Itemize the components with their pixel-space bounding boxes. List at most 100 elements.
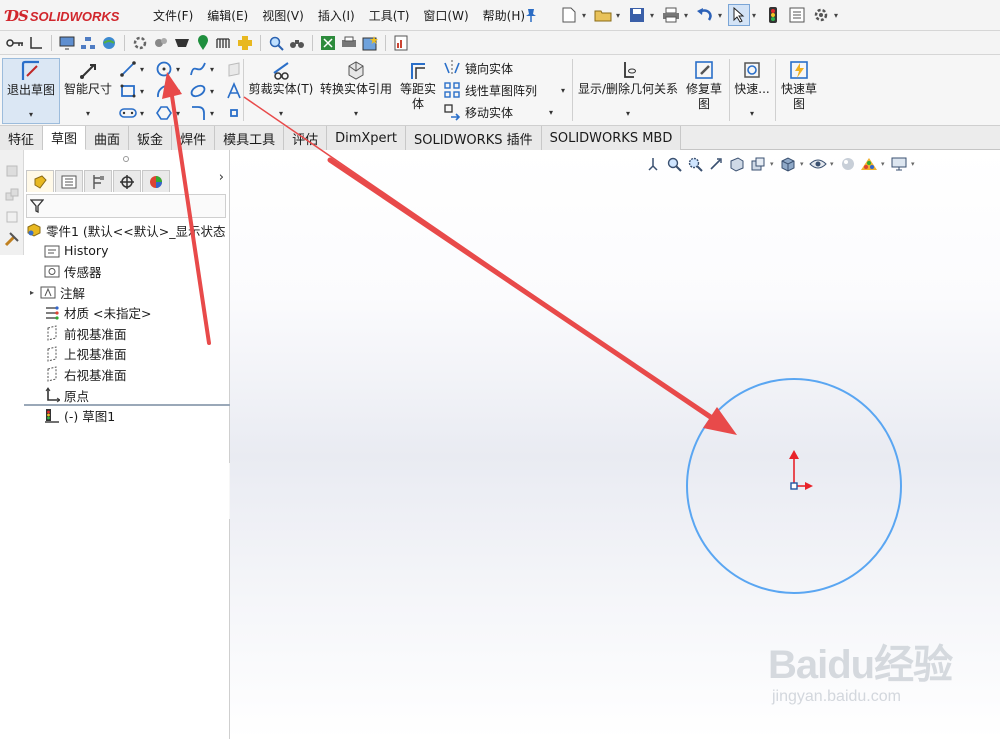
chevron-down-icon[interactable]: ▾ — [549, 108, 553, 117]
edit-appearance-icon[interactable] — [839, 155, 857, 173]
binoculars-icon[interactable] — [288, 34, 306, 52]
chevron-down-icon[interactable]: ▾ — [582, 11, 590, 20]
globe-icon[interactable] — [100, 34, 118, 52]
chevron-down-icon[interactable]: ▾ — [750, 106, 754, 121]
tab-weldments[interactable]: 焊件 — [172, 126, 216, 150]
chevron-down-icon[interactable]: ▾ — [176, 109, 180, 118]
assembly-gray-icon[interactable] — [3, 186, 21, 204]
display-delete-relations-button[interactable]: 显示/删除几何关系 ▾ — [576, 58, 680, 121]
tree-item-origin[interactable]: 原点 — [24, 385, 230, 406]
tab-surfaces[interactable]: 曲面 — [86, 126, 130, 150]
chevron-down-icon[interactable]: ▾ — [86, 106, 90, 121]
chevron-down-icon[interactable]: ▾ — [140, 109, 144, 118]
chevron-down-icon[interactable]: ▾ — [881, 160, 887, 168]
panel-grip-icon[interactable] — [123, 156, 129, 162]
bowl-icon[interactable] — [173, 34, 191, 52]
chevron-down-icon[interactable]: ▾ — [140, 65, 144, 74]
configuration-manager-tab-icon[interactable] — [84, 170, 112, 192]
chevron-right-icon[interactable]: › — [219, 170, 224, 185]
chevron-down-icon[interactable]: ▾ — [210, 65, 214, 74]
drawing-gray-icon[interactable] — [3, 208, 21, 226]
section-view-icon[interactable] — [728, 155, 746, 173]
polygon-tool[interactable]: ▾ — [154, 102, 180, 124]
search-icon[interactable] — [267, 34, 285, 52]
dynamic-annotation-icon[interactable] — [749, 155, 767, 173]
text-tool[interactable] — [224, 80, 244, 102]
chevron-down-icon[interactable]: ▾ — [834, 11, 842, 20]
menu-view[interactable]: 视图(V) — [255, 7, 311, 24]
trim-entities-button[interactable]: 剪裁实体(T) ▾ — [248, 58, 314, 121]
point-tool[interactable] — [224, 102, 244, 124]
arc-tool[interactable]: ▾ — [154, 80, 180, 102]
print-icon[interactable] — [660, 4, 682, 26]
rebuild-traffic-light-icon[interactable] — [762, 4, 784, 26]
view-orientation-icon[interactable] — [644, 155, 662, 173]
rectangle-tool[interactable]: ▾ — [118, 80, 144, 102]
tab-features[interactable]: 特征 — [0, 126, 44, 150]
tab-evaluate[interactable]: 评估 — [284, 126, 328, 150]
apply-scene-icon[interactable] — [860, 155, 878, 173]
spline-tool[interactable]: ▾ — [188, 58, 214, 80]
menu-tools[interactable]: 工具(T) — [362, 7, 417, 24]
chevron-down-icon[interactable]: ▾ — [210, 87, 214, 96]
printer-icon[interactable] — [340, 34, 358, 52]
chevron-down-icon[interactable]: ▾ — [176, 87, 180, 96]
chevron-down-icon[interactable]: ▾ — [752, 11, 760, 20]
expand-triangle-icon[interactable]: ▸ — [30, 288, 40, 297]
ellipse-tool[interactable]: ▾ — [188, 80, 214, 102]
circle-tool[interactable]: ▾ — [154, 58, 180, 80]
part-gray-icon[interactable] — [3, 162, 21, 180]
chevron-down-icon[interactable]: ▾ — [626, 106, 630, 121]
tools-icon[interactable] — [3, 230, 21, 248]
gears-icon[interactable] — [152, 34, 170, 52]
tree-item-sensors[interactable]: 传感器 — [24, 261, 230, 282]
zoom-area-icon[interactable] — [686, 155, 704, 173]
chevron-down-icon[interactable]: ▾ — [210, 109, 214, 118]
convert-entities-button[interactable]: 转换实体引用 ▾ — [318, 58, 394, 121]
chevron-down-icon[interactable]: ▾ — [279, 106, 283, 121]
component-icon[interactable] — [236, 34, 254, 52]
tab-mold-tools[interactable]: 模具工具 — [215, 126, 285, 150]
chevron-down-icon[interactable]: ▾ — [140, 87, 144, 96]
key-icon[interactable] — [6, 34, 24, 52]
tab-sheet-metal[interactable]: 钣金 — [129, 126, 173, 150]
chevron-down-icon[interactable]: ▾ — [684, 11, 692, 20]
filter-funnel-icon[interactable] — [30, 199, 44, 213]
monitor-icon[interactable] — [58, 34, 76, 52]
comb-icon[interactable] — [215, 34, 233, 52]
linear-pattern-button[interactable]: 线性草图阵列 ▾ — [443, 80, 565, 100]
dimxpert-tab-icon[interactable] — [113, 170, 141, 192]
chevron-down-icon[interactable]: ▾ — [718, 11, 726, 20]
display-style-cube-icon[interactable] — [779, 155, 797, 173]
tree-part-root[interactable]: 零件1 (默认<<默认>_显示状态 — [24, 220, 230, 241]
tree-item-sketch1[interactable]: (-) 草图1 — [24, 405, 230, 426]
sketch-plane-icon[interactable] — [27, 34, 45, 52]
chevron-down-icon[interactable]: ▾ — [830, 160, 836, 168]
network-icon[interactable] — [79, 34, 97, 52]
location-pin-icon[interactable] — [194, 34, 212, 52]
slot-tool[interactable]: ▾ — [118, 102, 144, 124]
chevron-down-icon[interactable]: ▾ — [176, 65, 180, 74]
exit-sketch-button[interactable]: 退出草图 ▾ — [2, 58, 60, 124]
tree-item-annotations[interactable]: ▸ 注解 — [24, 282, 230, 303]
menu-edit[interactable]: 编辑(E) — [200, 7, 255, 24]
tree-item-material[interactable]: 材质 <未指定> — [24, 302, 230, 323]
image-star-icon[interactable] — [361, 34, 379, 52]
tab-solidworks-addins[interactable]: SOLIDWORKS 插件 — [406, 126, 542, 150]
repair-sketch-button[interactable]: 修复草 图 — [682, 58, 726, 112]
file-properties-icon[interactable] — [786, 4, 808, 26]
tab-solidworks-mbd[interactable]: SOLIDWORKS MBD — [541, 126, 682, 150]
report-icon[interactable] — [392, 34, 410, 52]
tab-dimxpert[interactable]: DimXpert — [327, 126, 406, 150]
property-manager-tab-icon[interactable] — [55, 170, 83, 192]
gear-icon[interactable] — [810, 4, 832, 26]
menu-insert[interactable]: 插入(I) — [311, 7, 362, 24]
tab-sketch[interactable]: 草图 — [43, 126, 87, 150]
chevron-down-icon[interactable]: ▾ — [650, 11, 658, 20]
plane-tool[interactable] — [224, 58, 244, 80]
tree-item-top-plane[interactable]: 上视基准面 — [24, 344, 230, 365]
move-entities-button[interactable]: 移动实体 ▾ — [443, 102, 553, 122]
offset-entities-button[interactable]: 等距实 体 — [398, 58, 438, 112]
chevron-down-icon[interactable]: ▾ — [800, 160, 806, 168]
fillet-tool[interactable]: ▾ — [188, 102, 214, 124]
